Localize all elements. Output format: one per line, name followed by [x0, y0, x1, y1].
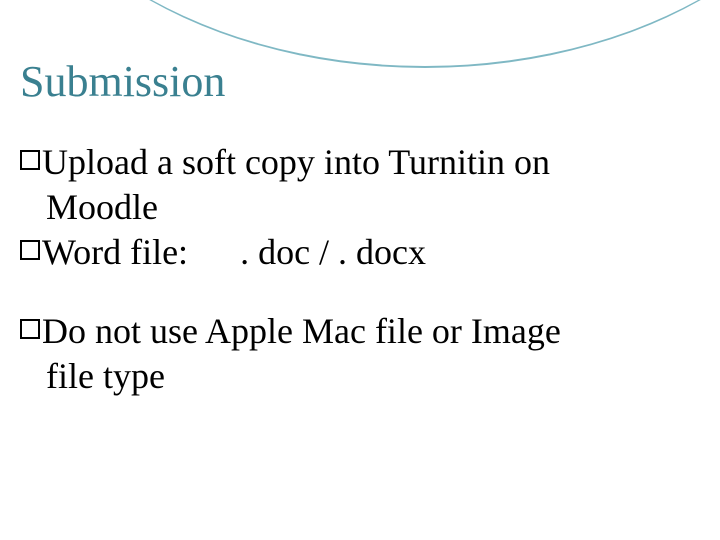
bullet-text: Upload a soft copy into Turnitin on: [42, 140, 692, 185]
bullet-square-icon: [20, 150, 40, 170]
bullet-group-2: Do not use Apple Mac file or Image file …: [20, 309, 692, 399]
bullet-text-continue: file type: [20, 354, 692, 399]
slide-title: Submission: [20, 56, 225, 107]
slide-content: Upload a soft copy into Turnitin on Mood…: [20, 140, 692, 433]
bullet-item: Word file: . doc / . docx: [20, 230, 692, 275]
bullet-label: Word file:: [42, 230, 188, 275]
bullet-text: Do not use Apple Mac file or Image: [42, 309, 692, 354]
bullet-item: Upload a soft copy into Turnitin on: [20, 140, 692, 185]
bullet-text-continue: Moodle: [20, 185, 692, 230]
bullet-square-icon: [20, 319, 40, 339]
bullet-square-icon: [20, 240, 40, 260]
bullet-value: . doc / . docx: [240, 230, 426, 275]
bullet-item: Do not use Apple Mac file or Image: [20, 309, 692, 354]
bullet-group-1: Upload a soft copy into Turnitin on Mood…: [20, 140, 692, 275]
